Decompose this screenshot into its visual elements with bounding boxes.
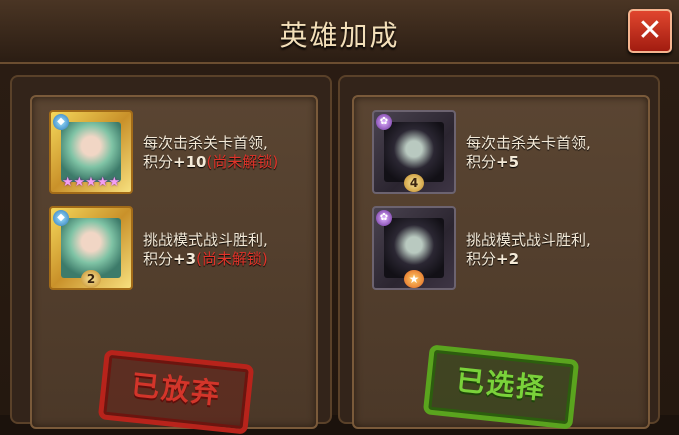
element-icon: ◆ [53, 210, 69, 226]
title-bar: 英雄加成 [0, 0, 679, 64]
points-value: +3 [173, 250, 197, 268]
locked-status: (尚未解锁) [196, 250, 268, 268]
bonus-description: 挑战模式战斗胜利, 积分+3(尚未解锁) [143, 231, 268, 269]
hero-card[interactable]: ◆ ★★★★★ [49, 110, 133, 194]
element-icon: ✿ [376, 114, 392, 130]
points-label: 积分 [466, 153, 497, 171]
close-icon: ✕ [637, 13, 663, 48]
close-button[interactable]: ✕ [628, 9, 672, 53]
hero-card[interactable]: ✿ 4 [372, 110, 456, 194]
hero-card[interactable]: ✿ ★ [372, 206, 456, 290]
points-label: 积分 [143, 250, 174, 268]
rank-badge: 2 [81, 270, 101, 288]
bonus-condition: 挑战模式战斗胜利, [466, 231, 591, 249]
hero-portrait [61, 218, 121, 278]
rank-badge: ★ [404, 270, 424, 288]
points-value: +10 [173, 153, 207, 171]
hero-card[interactable]: ◆ 2 [49, 206, 133, 290]
hero-portrait [384, 122, 444, 182]
bonus-description: 每次击杀关卡首领, 积分+10(尚未解锁) [143, 134, 278, 172]
points-label: 积分 [143, 153, 174, 171]
rank-badge: 4 [404, 174, 424, 192]
bonus-condition: 每次击杀关卡首领, [466, 134, 591, 152]
element-icon: ✿ [376, 210, 392, 226]
points-label: 积分 [466, 250, 497, 268]
bonus-description: 每次击杀关卡首领, 积分+5 [466, 134, 591, 172]
points-value: +5 [496, 153, 520, 171]
locked-status: (尚未解锁) [206, 153, 279, 171]
bonus-condition: 挑战模式战斗胜利, [143, 231, 268, 249]
bonus-description: 挑战模式战斗胜利, 积分+2 [466, 231, 591, 269]
bonus-points: 积分+3(尚未解锁) [143, 250, 268, 269]
bonus-points: 积分+5 [466, 153, 591, 172]
dialog-title: 英雄加成 [279, 19, 400, 52]
bonus-points: 积分+10(尚未解锁) [143, 153, 278, 172]
bonus-condition: 每次击杀关卡首领, [143, 134, 268, 152]
bonus-points: 积分+2 [466, 250, 591, 269]
hero-portrait [61, 122, 121, 182]
element-icon: ◆ [53, 114, 69, 130]
star-rating: ★★★★★ [61, 175, 121, 190]
points-value: +2 [496, 250, 520, 268]
hero-portrait [384, 218, 444, 278]
